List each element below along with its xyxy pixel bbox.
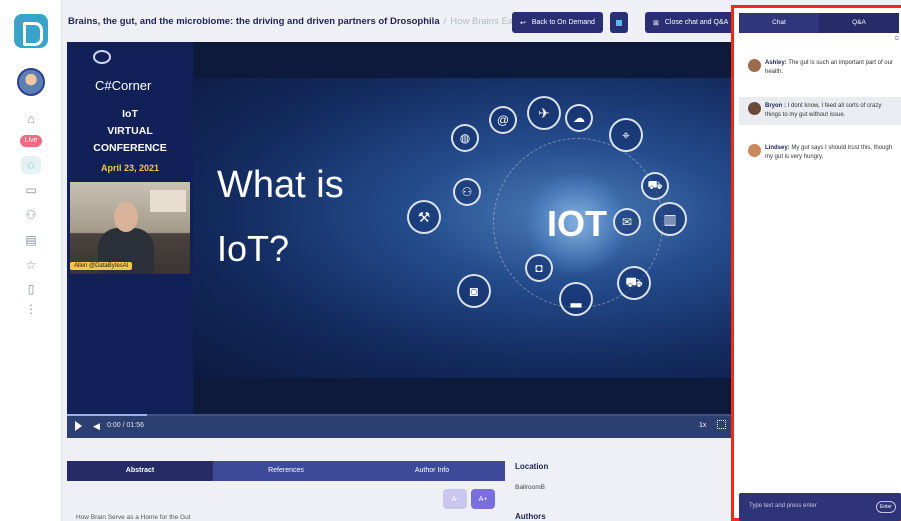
back-button-label: Back to On Demand (531, 19, 595, 26)
live-badge[interactable]: Live (20, 135, 42, 147)
document-icon[interactable]: ▯ (21, 280, 41, 298)
page-title: Brains, the gut, and the microbiome: the… (68, 16, 534, 27)
chat-icon: ✉ (613, 208, 641, 236)
slide-headline-2: IoT? (217, 228, 290, 269)
chat-message: Bryon : I dont know, I feed all sorts of… (739, 97, 901, 125)
video-time: 0:00 / 01:56 (107, 422, 144, 429)
panel-tabs: Chat Q&A (739, 13, 899, 33)
top-bar: Brains, the gut, and the microbiome: the… (62, 0, 737, 42)
video-player[interactable]: C#Corner IoT VIRTUAL CONFERENCE April 23… (67, 42, 731, 438)
close-chat-button[interactable]: ⊠ Close chat and Q&A (645, 12, 737, 33)
conf-line-2: VIRTUAL (107, 125, 153, 137)
car-icon: ◘ (525, 254, 553, 282)
enter-button[interactable]: Enter (876, 501, 896, 513)
back-to-on-demand-button[interactable]: ↩ Back to On Demand (512, 12, 603, 33)
bar-chart-icon: ▂ (559, 282, 593, 316)
volume-icon[interactable]: ◀ (93, 421, 100, 432)
location-heading: Location (515, 462, 549, 471)
stop-square-icon (616, 19, 622, 26)
avatar (748, 59, 761, 72)
robot-arm-icon: ⚒ (407, 200, 441, 234)
session-title: Brains, the gut, and the microbiome: the… (68, 16, 440, 27)
tab-qa[interactable]: Q&A (819, 13, 899, 33)
authors-heading: Authors (515, 512, 546, 521)
conf-date: April 23, 2021 (100, 163, 160, 173)
tab-abstract[interactable]: Abstract (67, 461, 213, 481)
stop-button[interactable] (610, 12, 628, 33)
chat-panel: Chat Q&A ⧉ Ashley: The gut is such an im… (731, 5, 901, 521)
video-progress-fill (67, 414, 147, 416)
chat-message: Lindsey: My gut says I should trust this… (739, 139, 901, 167)
avatar (748, 144, 761, 157)
play-icon[interactable] (75, 421, 82, 431)
location-pin-icon: ⌖ (609, 118, 643, 152)
tab-chat[interactable]: Chat (739, 13, 819, 33)
at-sign-icon: @ (489, 106, 517, 134)
decrease-font-button[interactable]: A- (443, 489, 467, 509)
chat-input-placeholder: Type text and press enter (749, 503, 817, 509)
user-avatar[interactable] (17, 68, 45, 96)
truck-icon: ⛟ (617, 266, 651, 300)
message-author: Bryon : (765, 103, 786, 109)
cloud-icon: ☁ (565, 104, 593, 132)
fullscreen-icon[interactable] (717, 420, 726, 429)
avatar (748, 102, 761, 115)
cart-icon: ⛟ (641, 172, 669, 200)
left-sidebar: ⌂ Live ◌ ▭ ⚇ ▤ ☆ ▯ ⋮ (0, 0, 62, 521)
globe-icon: ◍ (451, 124, 479, 152)
more-icon[interactable]: ⋮ (21, 300, 41, 318)
home-icon[interactable]: ⌂ (21, 110, 41, 128)
location-value: BallroomB (515, 484, 545, 491)
increase-font-button[interactable]: A+ (471, 489, 495, 509)
people-icon[interactable]: ⚇ (21, 206, 41, 224)
slide-headline-1: What is (217, 164, 344, 206)
star-icon[interactable]: ☆ (21, 256, 41, 274)
info-tabs: Abstract References Author Info (67, 461, 505, 481)
calendar-icon[interactable]: ▭ (21, 181, 41, 199)
breadcrumb-separator: / (443, 16, 447, 27)
speaker-webcam (70, 182, 190, 274)
close-panel-icon: ⊠ (653, 19, 659, 27)
group-icon: ⚇ (453, 178, 481, 206)
slide-sidebar: C#Corner IoT VIRTUAL CONFERENCE April 23… (67, 42, 193, 414)
tab-references[interactable]: References (213, 461, 359, 481)
csharp-corner-logo-icon (93, 50, 111, 64)
tab-author-info[interactable]: Author Info (359, 461, 505, 481)
popout-icon[interactable]: ⧉ (895, 36, 899, 43)
slide-brand: C#Corner (95, 78, 152, 93)
message-author: Ashley: (765, 60, 787, 66)
playback-speed[interactable]: 1x (699, 422, 706, 429)
chat-bubble-icon[interactable]: ◌ (21, 156, 41, 174)
video-progress-bar[interactable] (67, 414, 731, 416)
chat-input[interactable]: Type text and press enter Enter (739, 493, 901, 521)
inbox-icon[interactable]: ▤ (21, 231, 41, 249)
app-logo[interactable] (14, 14, 48, 48)
camera-icon: ◙ (457, 274, 491, 308)
abstract-preview: How Brain Serve as a Home for the Gut (76, 514, 191, 521)
video-controls: ◀ 0:00 / 01:56 1x (67, 414, 731, 438)
airplane-icon: ✈ (527, 96, 561, 130)
speaker-name-tag: Allen @DataBytesAI (70, 262, 133, 270)
conf-line-1: IoT (122, 108, 138, 120)
conf-line-3: CONFERENCE (93, 142, 167, 154)
chat-message: Ashley: The gut is such an important par… (739, 54, 901, 82)
slide-content: What is IoT? IOT ◍ @ ✈ ☁ ⌖ ⚇ ⚒ ⛟ ✉ ▥ ◘ ◙… (193, 78, 731, 378)
presentation-icon: ▥ (653, 202, 687, 236)
message-author: Lindsey: (765, 145, 790, 151)
back-arrow-icon: ↩ (520, 19, 526, 27)
close-chat-label: Close chat and Q&A (664, 19, 729, 26)
